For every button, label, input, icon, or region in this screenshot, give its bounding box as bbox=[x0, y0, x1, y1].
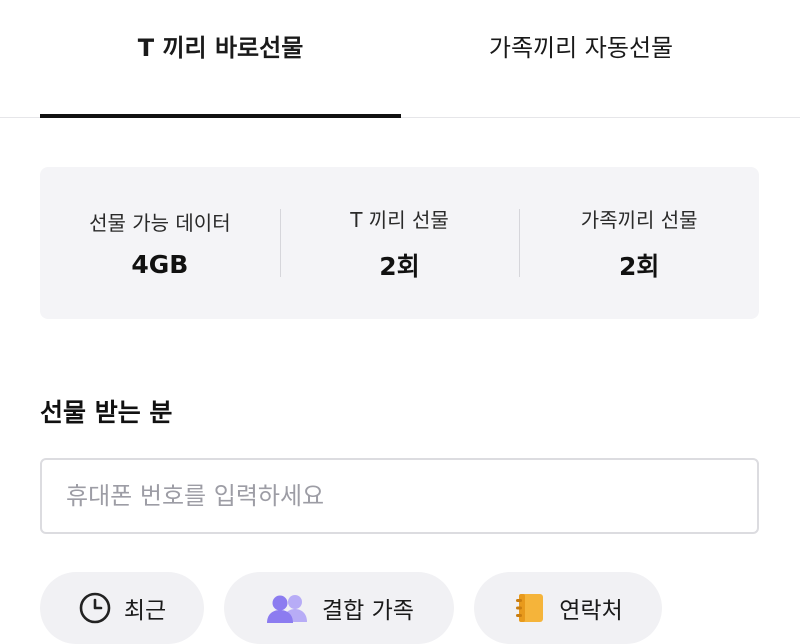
stat-available-data: 선물 가능 데이터 4GB bbox=[40, 167, 280, 319]
people-icon bbox=[264, 592, 310, 624]
chip-label: 연락처 bbox=[559, 598, 623, 624]
tab-bar: T 끼리 바로선물 가족끼리 자동선물 bbox=[0, 0, 800, 118]
tab-t-direct-gift[interactable]: T 끼리 바로선물 bbox=[40, 0, 401, 118]
stat-label: 선물 가능 데이터 bbox=[89, 211, 231, 235]
contacts-book-icon bbox=[513, 591, 547, 625]
chip-label: 결합 가족 bbox=[322, 598, 414, 624]
combined-family-button[interactable]: 결합 가족 bbox=[224, 572, 454, 644]
stat-t-gift-count: T 끼리 선물 2회 bbox=[279, 167, 520, 319]
tab-label: T 끼리 바로선물 bbox=[137, 33, 304, 62]
recipient-section-title: 선물 받는 분 bbox=[40, 398, 173, 427]
stat-value: 2회 bbox=[379, 251, 420, 281]
chip-label: 최근 bbox=[123, 598, 167, 624]
recent-button[interactable]: 최근 bbox=[40, 572, 204, 644]
phone-number-input[interactable] bbox=[40, 458, 759, 534]
tab-label: 가족끼리 자동선물 bbox=[488, 33, 674, 62]
stat-label: 가족끼리 선물 bbox=[580, 207, 698, 232]
stat-value: 2회 bbox=[618, 251, 660, 281]
clock-icon bbox=[78, 591, 112, 625]
stat-label: T 끼리 선물 bbox=[350, 207, 449, 232]
active-tab-indicator bbox=[40, 114, 401, 118]
tab-family-auto-gift[interactable]: 가족끼리 자동선물 bbox=[401, 0, 761, 118]
stat-value: 4GB bbox=[131, 250, 189, 279]
contacts-button[interactable]: 연락처 bbox=[474, 572, 662, 644]
stat-family-gift-count: 가족끼리 선물 2회 bbox=[519, 167, 759, 319]
gift-summary-panel: 선물 가능 데이터 4GB T 끼리 선물 2회 가족끼리 선물 2회 bbox=[40, 167, 759, 319]
